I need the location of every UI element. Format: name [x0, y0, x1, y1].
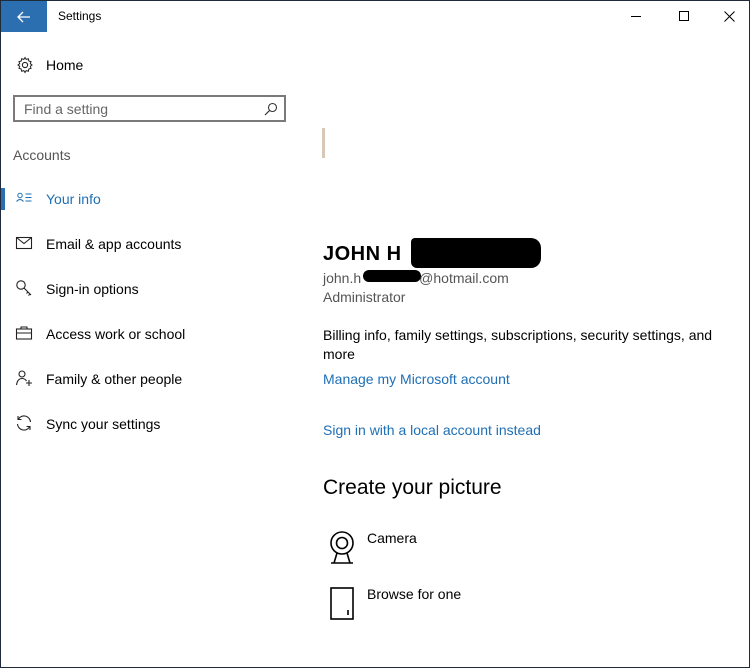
sidebar-item-sync-settings[interactable]: Sync your settings — [1, 407, 301, 452]
redaction-mark — [411, 238, 541, 268]
sidebar-item-label: Family & other people — [46, 371, 183, 387]
people-icon — [15, 370, 32, 386]
gear-icon — [17, 56, 33, 74]
sidebar-item-label: Access work or school — [46, 326, 186, 342]
camera-label: Camera — [367, 530, 417, 546]
window-title: Settings — [58, 9, 102, 23]
active-indicator — [1, 188, 5, 210]
create-picture-heading: Create your picture — [323, 476, 502, 499]
sidebar-item-email-app-accounts[interactable]: Email & app accounts — [1, 227, 301, 272]
sidebar-item-label: Your info — [46, 191, 101, 207]
section-heading: Accounts — [13, 147, 71, 163]
user-email-suffix: @hotmail.com — [419, 270, 509, 286]
sidebar-item-access-work-school[interactable]: Access work or school — [1, 317, 301, 362]
contact-card-icon — [16, 192, 32, 202]
title-bar: Settings — [1, 1, 749, 32]
file-icon — [330, 587, 354, 620]
main-content: JOHN H john.h @hotmail.com Administrator … — [301, 32, 749, 667]
key-icon — [16, 280, 32, 296]
sidebar-item-your-info[interactable]: Your info — [1, 182, 301, 227]
maximize-icon — [678, 11, 689, 21]
local-account-link[interactable]: Sign in with a local account instead — [323, 422, 541, 438]
minimize-icon — [630, 16, 641, 17]
sidebar-item-family-other-people[interactable]: Family & other people — [1, 362, 301, 407]
email-redaction-mark — [363, 270, 421, 282]
search-icon[interactable] — [264, 102, 278, 116]
accounts-nav: Your info Email & app accounts Sign-in o… — [1, 182, 301, 452]
sidebar: Home Accounts Your info — [1, 32, 301, 667]
billing-description: Billing info, family settings, subscript… — [323, 327, 713, 362]
mail-icon — [15, 236, 33, 250]
briefcase-icon — [15, 326, 33, 340]
camera-icon — [330, 531, 354, 564]
sidebar-item-label: Sign-in options — [46, 281, 139, 297]
sidebar-item-label: Email & app accounts — [46, 236, 182, 252]
user-name: JOHN H — [323, 243, 402, 265]
home-nav-item[interactable]: Home — [1, 52, 301, 78]
manage-account-link[interactable]: Manage my Microsoft account — [323, 371, 510, 387]
camera-option[interactable]: Camera — [323, 530, 523, 570]
browse-option[interactable]: Browse for one — [323, 586, 523, 626]
profile-picture — [322, 128, 325, 158]
user-role: Administrator — [323, 289, 406, 305]
sync-icon — [16, 415, 32, 431]
search-box[interactable] — [13, 95, 286, 122]
minimize-button[interactable] — [613, 1, 659, 32]
close-button[interactable] — [706, 1, 749, 32]
home-label: Home — [46, 57, 84, 73]
search-input[interactable] — [15, 97, 264, 120]
sidebar-item-label: Sync your settings — [46, 416, 161, 432]
settings-window: Settings Home Accounts — [0, 0, 750, 668]
close-icon — [723, 11, 735, 22]
maximize-button[interactable] — [661, 1, 707, 32]
browse-label: Browse for one — [367, 586, 462, 602]
sidebar-item-sign-in-options[interactable]: Sign-in options — [1, 272, 301, 317]
back-button[interactable] — [1, 1, 47, 32]
back-arrow-icon — [17, 11, 30, 22]
user-email-prefix: john.h — [323, 270, 362, 286]
